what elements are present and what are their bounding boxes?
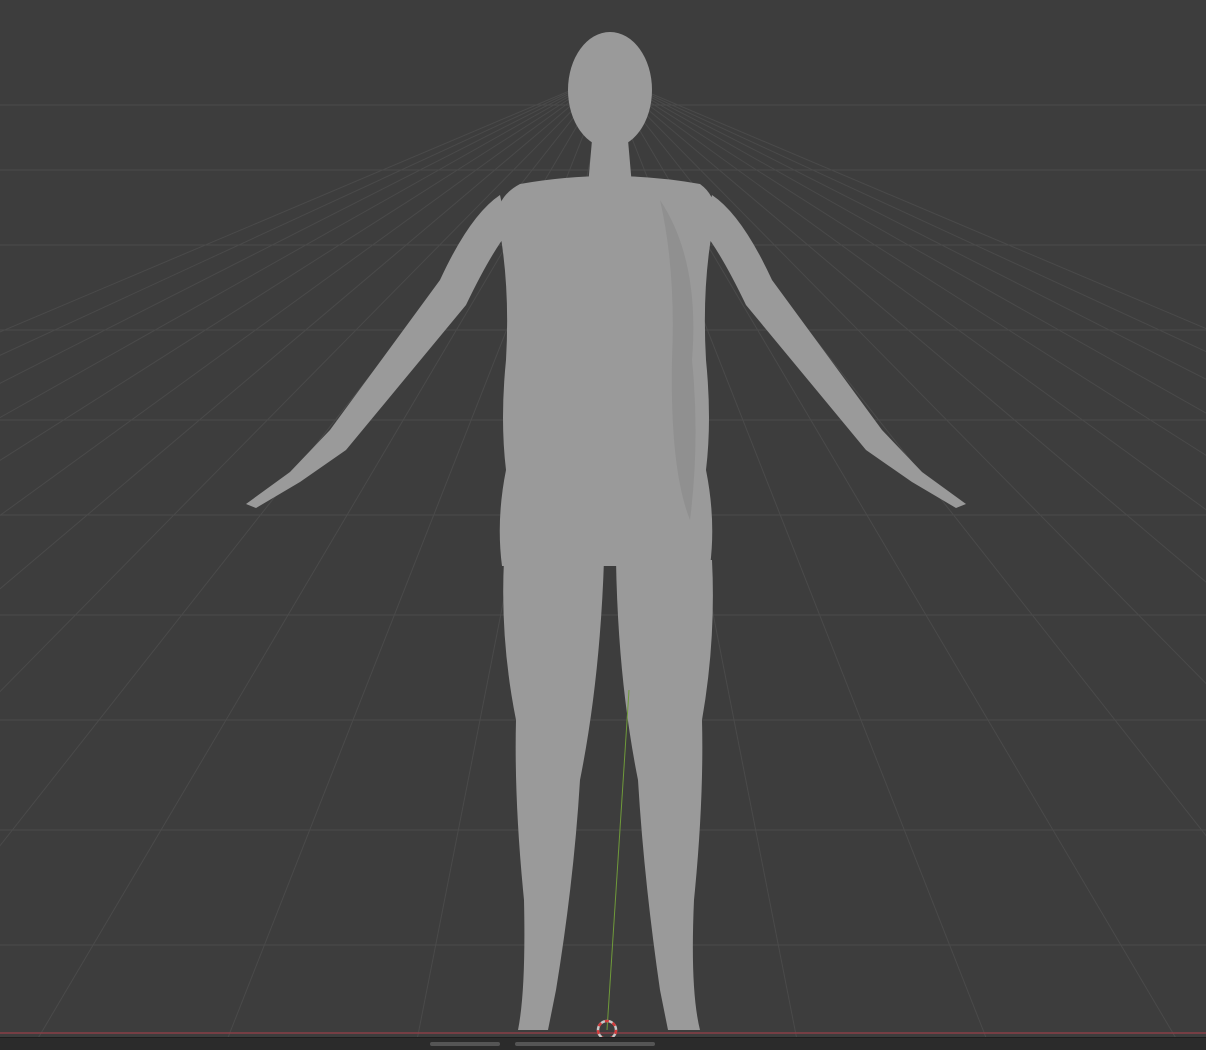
status-indicator bbox=[515, 1042, 655, 1046]
model-leg-left bbox=[503, 560, 604, 1030]
y-axis-line bbox=[606, 689, 630, 1031]
status-indicator bbox=[430, 1042, 500, 1046]
viewport-canvas[interactable] bbox=[0, 0, 1206, 1050]
model-head bbox=[568, 32, 652, 148]
3d-viewport[interactable] bbox=[0, 0, 1206, 1050]
model-leg-right bbox=[616, 560, 713, 1030]
status-bar bbox=[0, 1037, 1206, 1050]
